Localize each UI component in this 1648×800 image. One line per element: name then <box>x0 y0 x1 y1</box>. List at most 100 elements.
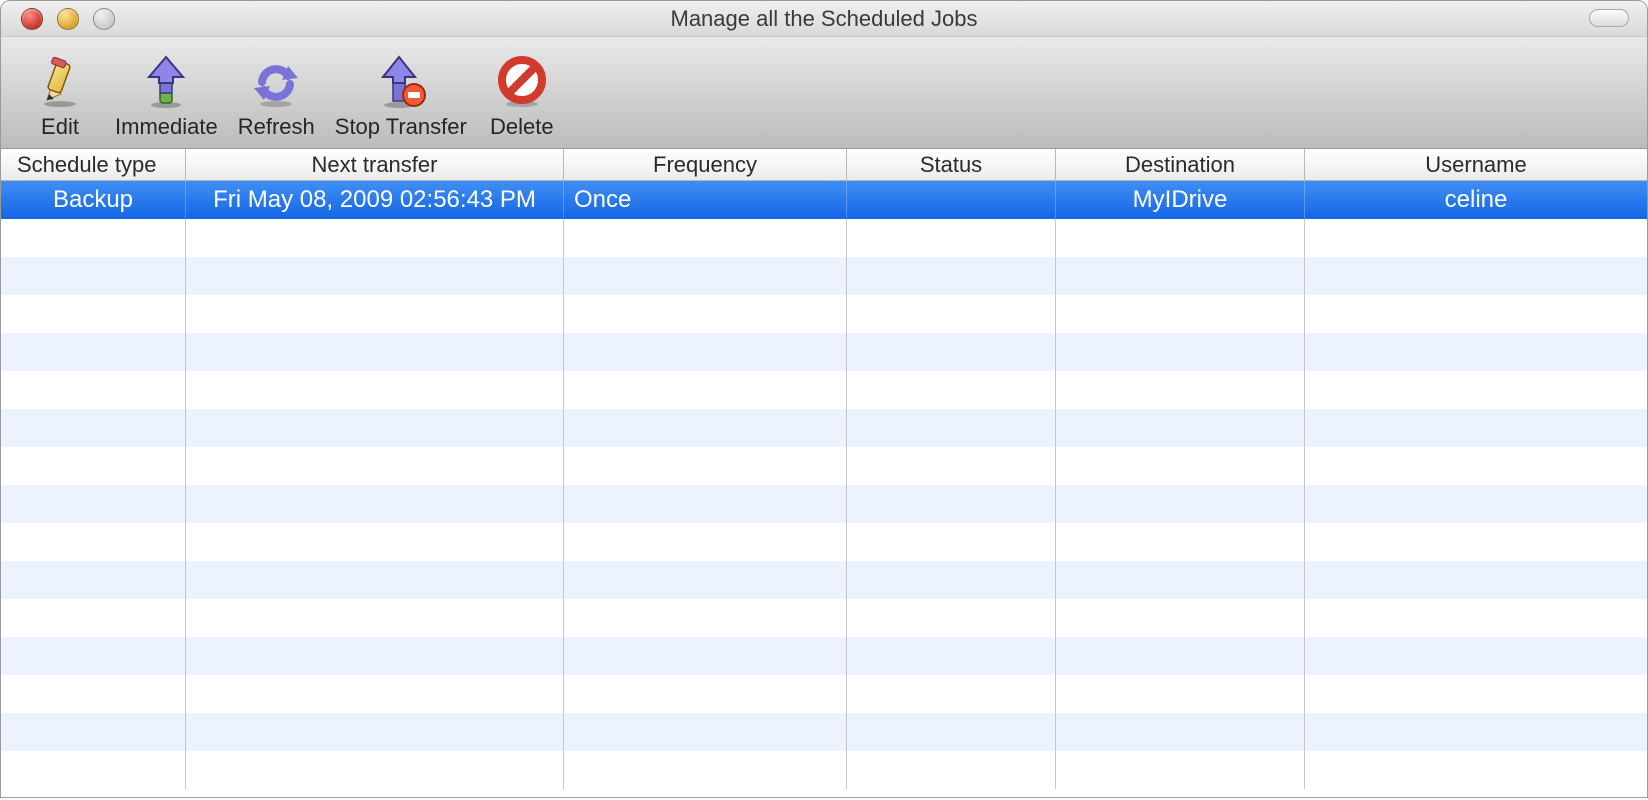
immediate-label: Immediate <box>115 114 218 140</box>
cell-next-transfer <box>186 713 564 751</box>
cell-status <box>847 523 1056 561</box>
cell-frequency <box>564 371 847 409</box>
table-row[interactable] <box>1 599 1647 637</box>
cell-next-transfer <box>186 637 564 675</box>
delete-button[interactable]: Delete <box>477 50 567 140</box>
cell-status <box>847 751 1056 789</box>
cell-schedule-type <box>1 333 186 371</box>
cell-frequency <box>564 675 847 713</box>
cell-status <box>847 219 1056 257</box>
minimize-window-button[interactable] <box>57 8 79 30</box>
toolbar-pill-icon[interactable] <box>1589 9 1629 27</box>
cell-status <box>847 295 1056 333</box>
cell-next-transfer <box>186 485 564 523</box>
cell-status <box>847 485 1056 523</box>
table-row[interactable] <box>1 485 1647 523</box>
cell-status <box>847 371 1056 409</box>
delete-label: Delete <box>490 114 554 140</box>
cell-schedule-type <box>1 409 186 447</box>
cell-username <box>1305 523 1647 561</box>
prohibited-icon <box>494 54 550 110</box>
cell-destination <box>1056 447 1305 485</box>
cell-next-transfer <box>186 675 564 713</box>
cell-frequency <box>564 485 847 523</box>
table-row[interactable]: BackupFri May 08, 2009 02:56:43 PMOnceMy… <box>1 181 1647 219</box>
cell-destination <box>1056 599 1305 637</box>
cell-destination <box>1056 295 1305 333</box>
cell-status <box>847 637 1056 675</box>
cell-schedule-type <box>1 371 186 409</box>
table-row[interactable] <box>1 713 1647 751</box>
table-row[interactable] <box>1 561 1647 599</box>
cell-username <box>1305 409 1647 447</box>
cell-username <box>1305 219 1647 257</box>
cell-schedule-type <box>1 561 186 599</box>
cell-frequency <box>564 333 847 371</box>
cell-schedule-type: Backup <box>1 181 186 219</box>
table-row[interactable] <box>1 447 1647 485</box>
cell-destination <box>1056 257 1305 295</box>
cell-destination <box>1056 371 1305 409</box>
table-row[interactable] <box>1 409 1647 447</box>
table-row[interactable] <box>1 637 1647 675</box>
cell-next-transfer <box>186 333 564 371</box>
table-row[interactable] <box>1 675 1647 713</box>
cell-schedule-type <box>1 295 186 333</box>
col-header-username[interactable]: Username <box>1305 149 1647 180</box>
cell-status <box>847 561 1056 599</box>
cell-username <box>1305 371 1647 409</box>
col-header-status[interactable]: Status <box>847 149 1056 180</box>
stop-transfer-button[interactable]: Stop Transfer <box>325 50 477 140</box>
cell-schedule-type <box>1 637 186 675</box>
cell-destination <box>1056 751 1305 789</box>
table-row[interactable] <box>1 523 1647 561</box>
cell-frequency <box>564 523 847 561</box>
cell-username <box>1305 637 1647 675</box>
refresh-icon <box>248 54 304 110</box>
cell-username: celine <box>1305 181 1647 219</box>
cell-schedule-type <box>1 257 186 295</box>
col-header-schedule-type[interactable]: Schedule type <box>1 149 186 180</box>
col-header-next-transfer[interactable]: Next transfer <box>186 149 564 180</box>
table-row[interactable] <box>1 295 1647 333</box>
cell-frequency <box>564 257 847 295</box>
cell-username <box>1305 257 1647 295</box>
cell-status <box>847 409 1056 447</box>
refresh-button[interactable]: Refresh <box>228 50 325 140</box>
zoom-window-button[interactable] <box>93 8 115 30</box>
edit-button[interactable]: Edit <box>15 50 105 140</box>
cell-username <box>1305 447 1647 485</box>
table-row[interactable] <box>1 751 1647 789</box>
cell-frequency: Once <box>564 181 847 219</box>
cell-username <box>1305 713 1647 751</box>
cell-username <box>1305 485 1647 523</box>
cell-schedule-type <box>1 713 186 751</box>
cell-next-transfer <box>186 257 564 295</box>
cell-destination <box>1056 333 1305 371</box>
cell-frequency <box>564 447 847 485</box>
cell-frequency <box>564 409 847 447</box>
cell-username <box>1305 333 1647 371</box>
col-header-frequency[interactable]: Frequency <box>564 149 847 180</box>
table-row[interactable] <box>1 219 1647 257</box>
refresh-label: Refresh <box>238 114 315 140</box>
table-row[interactable] <box>1 333 1647 371</box>
cell-frequency <box>564 219 847 257</box>
table-row[interactable] <box>1 257 1647 295</box>
cell-destination <box>1056 561 1305 599</box>
col-header-destination[interactable]: Destination <box>1056 149 1305 180</box>
cell-next-transfer <box>186 561 564 599</box>
titlebar: Manage all the Scheduled Jobs <box>1 1 1647 37</box>
cell-status <box>847 181 1056 219</box>
cell-schedule-type <box>1 219 186 257</box>
cell-username <box>1305 295 1647 333</box>
cell-destination <box>1056 219 1305 257</box>
cell-frequency <box>564 599 847 637</box>
table-row[interactable] <box>1 371 1647 409</box>
cell-status <box>847 447 1056 485</box>
cell-next-transfer <box>186 523 564 561</box>
close-window-button[interactable] <box>21 8 43 30</box>
immediate-button[interactable]: Immediate <box>105 50 228 140</box>
table-body[interactable]: BackupFri May 08, 2009 02:56:43 PMOnceMy… <box>1 181 1647 797</box>
toolbar: Edit Immediate <box>1 37 1647 149</box>
